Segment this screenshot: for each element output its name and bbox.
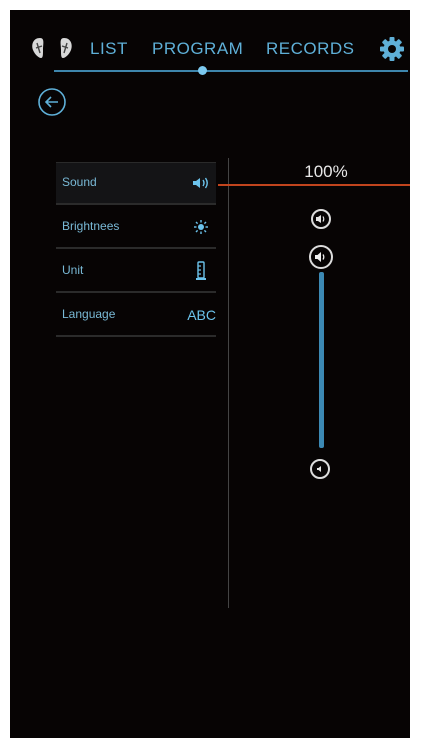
language-icon-text: ABC [187,307,216,323]
volume-min-speaker-icon[interactable] [310,459,330,479]
speaker-icon [190,172,212,194]
settings-item-unit[interactable]: Unit [56,251,216,293]
settings-item-label: Sound [62,175,97,189]
settings-menu: Sound Brightnees Unit Language ABC [56,162,216,339]
nav-tab-list[interactable]: LIST [90,39,128,59]
app-screen: LIST PROGRAM RECORDS Sound Brightnees Un… [10,10,410,738]
nav-indicator-line [54,70,408,72]
settings-item-language[interactable]: Language ABC [56,295,216,337]
panel-divider [228,158,229,608]
volume-percentage: 100% [304,162,348,181]
logo-icon [32,38,72,58]
back-arrow-icon[interactable] [37,87,67,117]
ruler-icon [190,260,212,282]
settings-item-label: Language [62,307,116,321]
sun-icon [190,216,212,238]
nav-tab-records[interactable]: RECORDS [266,39,355,59]
settings-item-label: Unit [62,263,84,277]
top-navigation: LIST PROGRAM RECORDS [10,34,410,64]
settings-item-brightness[interactable]: Brightnees [56,207,216,249]
volume-slider-handle[interactable] [309,245,333,269]
nav-tab-program[interactable]: PROGRAM [152,39,243,59]
volume-max-speaker-icon[interactable] [311,209,331,229]
selection-pointer-line [218,184,410,186]
settings-item-sound[interactable]: Sound [56,162,216,205]
nav-active-indicator [198,66,207,75]
volume-slider-track[interactable] [319,272,324,448]
settings-item-label: Brightnees [62,219,120,233]
gear-icon[interactable] [379,36,405,62]
